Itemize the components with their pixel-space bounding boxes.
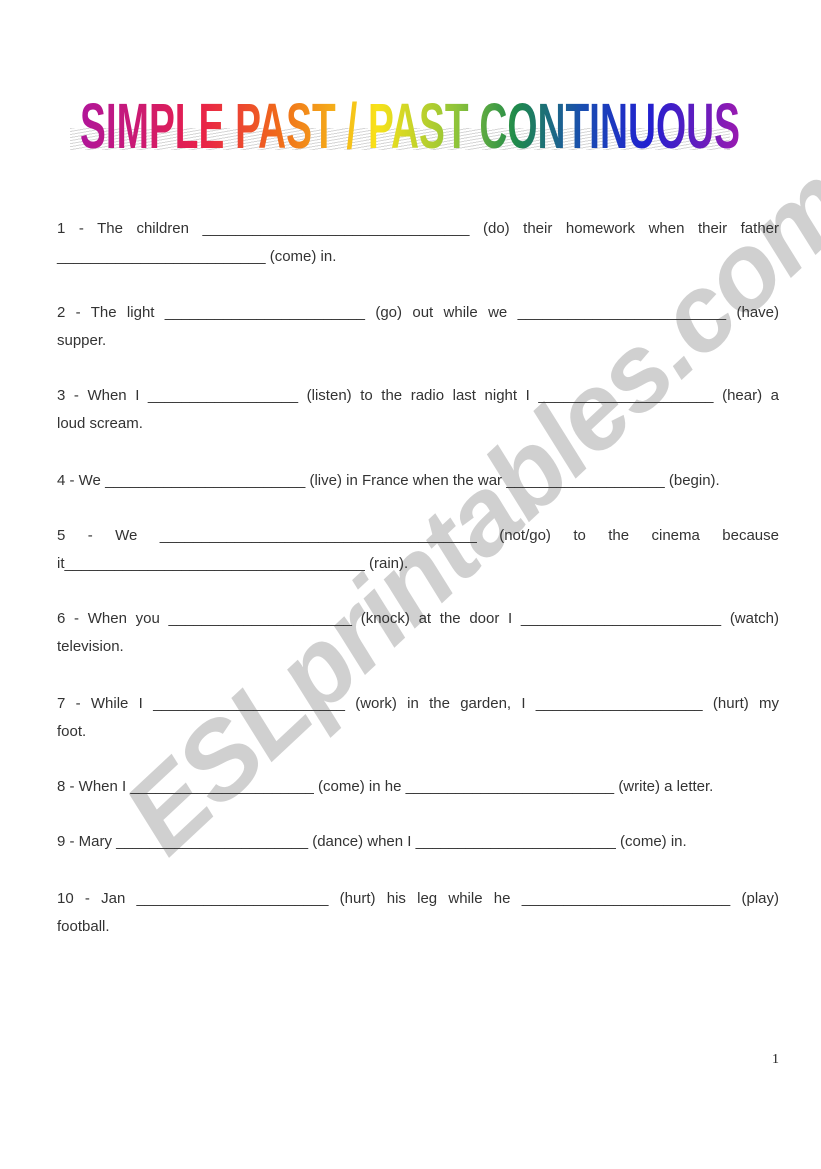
question-line: foot. <box>57 723 87 740</box>
question-line: 4 - We ________________________ (live) i… <box>57 472 720 489</box>
question-line: _________________________ (come) in. <box>57 248 337 265</box>
question-line: football. <box>57 918 110 935</box>
question-line: 2 - The light ________________________ (… <box>57 304 779 321</box>
title-text: SIMPLE PAST / PAST CONTINUOUS <box>80 90 740 162</box>
title-graphic: SIMPLE PAST / PAST CONTINUOUS <box>80 90 740 162</box>
question-line: it____________________________________ (… <box>57 555 409 572</box>
question-line: 3 - When I __________________ (listen) t… <box>57 387 779 404</box>
worksheet-title: SIMPLE PAST / PAST CONTINUOUS <box>60 88 760 168</box>
question-line: 7 - While I _______________________ (wor… <box>57 695 779 712</box>
question-line: television. <box>57 638 124 655</box>
question-line: 5 - We _________________________________… <box>57 527 779 544</box>
question-line: 10 - Jan _______________________ (hurt) … <box>57 890 779 907</box>
question-line: 6 - When you ______________________ (kno… <box>57 610 779 627</box>
question-line: supper. <box>57 332 107 349</box>
page-number: 1 <box>772 1052 779 1067</box>
question-line: 1 - The children _______________________… <box>57 220 779 237</box>
question-line: 8 - When I ______________________ (come)… <box>57 778 714 795</box>
question-line: 9 - Mary _______________________ (dance)… <box>57 833 687 850</box>
question-line: loud scream. <box>57 415 143 432</box>
